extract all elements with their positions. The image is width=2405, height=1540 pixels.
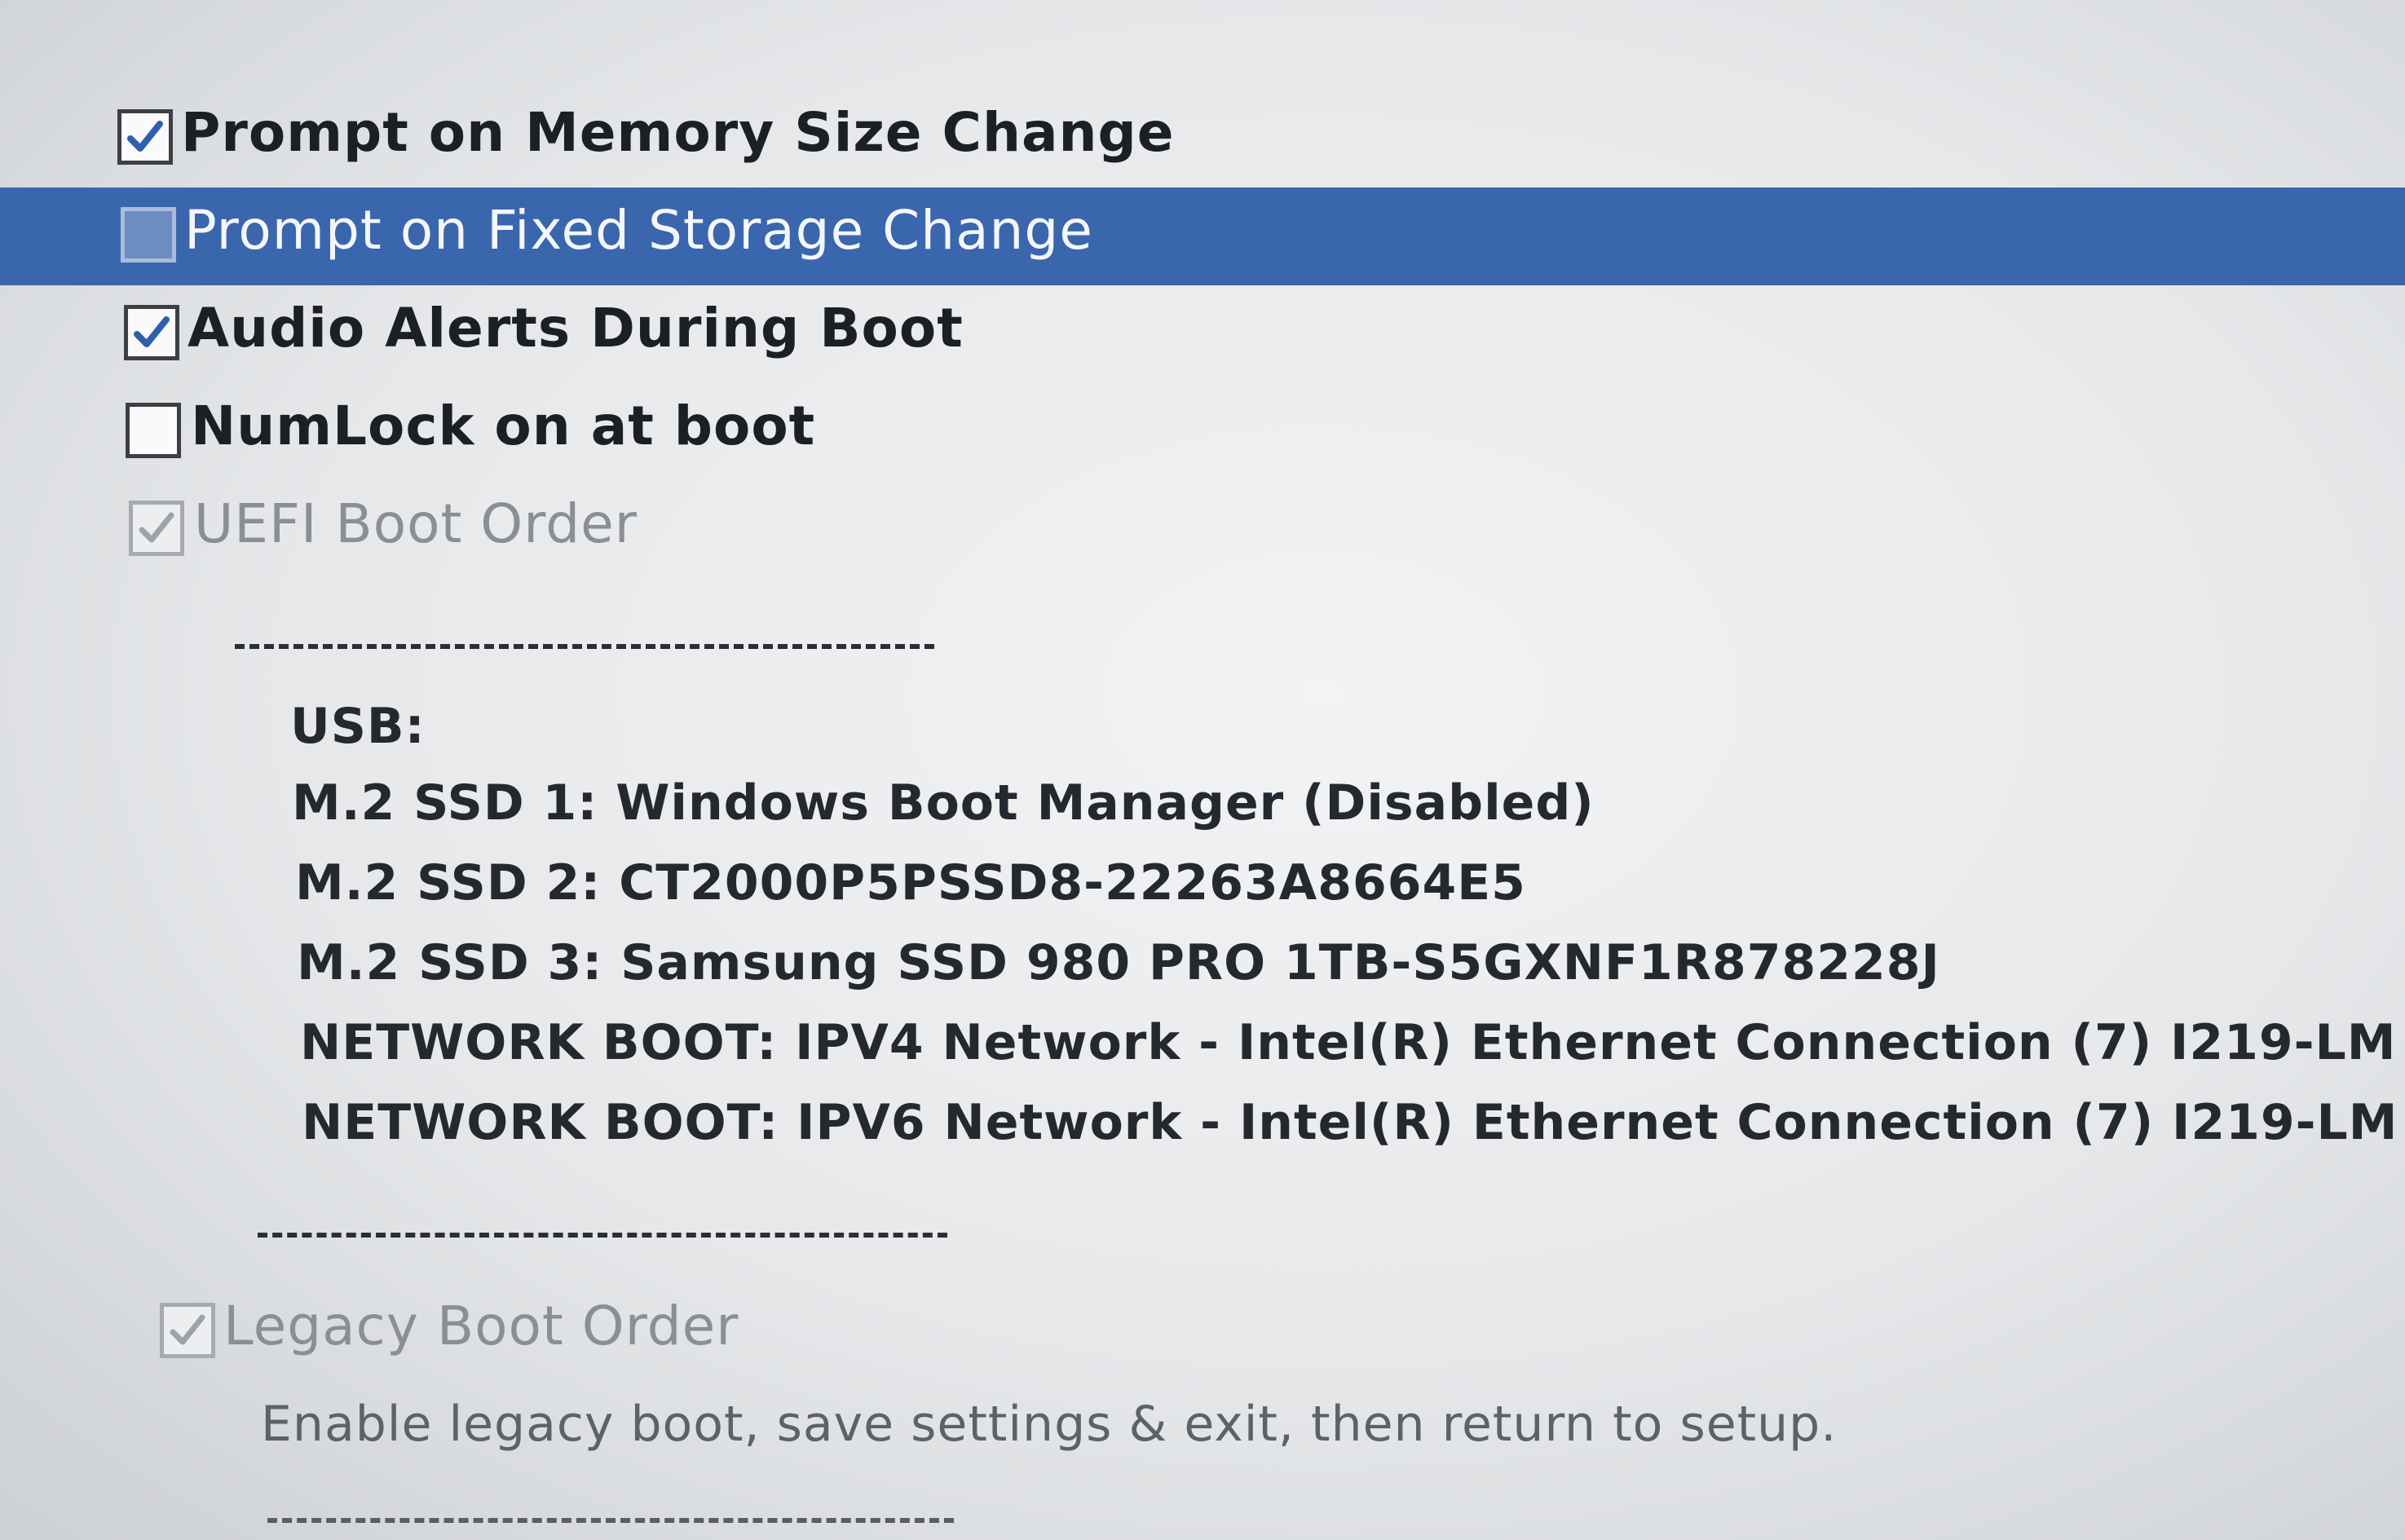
checkbox-legacy-boot-order <box>160 1303 215 1358</box>
boot-entry-m2-ssd-2[interactable]: M.2 SSD 2: CT2000P5PSSD8-22263A8664E5 <box>295 854 1526 911</box>
bios-boot-options-screen: Prompt on Memory Size Change Prompt on F… <box>0 0 2405 1540</box>
checkbox-audio-alerts-during-boot[interactable] <box>124 305 179 360</box>
uefi-boot-order-divider-bottom <box>258 1233 947 1238</box>
checkmark-icon <box>170 1314 205 1345</box>
option-prompt-memory-size-change[interactable]: Prompt on Memory Size Change <box>0 90 2405 188</box>
checkbox-numlock-on-at-boot[interactable] <box>126 403 181 458</box>
option-legacy-boot-order: Legacy Boot Order <box>0 1283 2405 1381</box>
option-prompt-fixed-storage-change[interactable]: Prompt on Fixed Storage Change <box>0 188 2405 285</box>
checkbox-prompt-fixed-storage-change[interactable] <box>121 207 176 263</box>
option-label: Legacy Boot Order <box>223 1295 739 1357</box>
boot-entry-network-ipv4[interactable]: NETWORK BOOT: IPV4 Network - Intel(R) Et… <box>300 1014 2396 1071</box>
legacy-boot-note: Enable legacy boot, save settings & exit… <box>261 1396 1838 1453</box>
uefi-boot-order-divider-top <box>235 644 934 649</box>
checkmark-icon <box>139 512 174 543</box>
option-label: NumLock on at boot <box>191 395 816 457</box>
option-label: Audio Alerts During Boot <box>188 297 964 360</box>
boot-entry-m2-ssd-1[interactable]: M.2 SSD 1: Windows Boot Manager (Disable… <box>292 774 1595 832</box>
option-label: UEFI Boot Order <box>194 492 638 555</box>
checkbox-uefi-boot-order <box>129 501 184 556</box>
boot-entry-m2-ssd-3[interactable]: M.2 SSD 3: Samsung SSD 980 PRO 1TB-S5GXN… <box>297 934 1940 991</box>
option-audio-alerts-during-boot[interactable]: Audio Alerts During Boot <box>0 285 2405 383</box>
boot-entry-usb[interactable]: USB: <box>290 698 426 755</box>
option-label: Prompt on Memory Size Change <box>181 101 1175 164</box>
legacy-boot-order-divider <box>267 1518 954 1523</box>
option-uefi-boot-order: UEFI Boot Order <box>0 481 2405 579</box>
option-label: Prompt on Fixed Storage Change <box>184 199 1093 262</box>
checkbox-prompt-memory-size-change[interactable] <box>117 109 173 165</box>
checkmark-icon <box>134 316 170 347</box>
option-numlock-on-at-boot[interactable]: NumLock on at boot <box>0 383 2405 481</box>
boot-entry-network-ipv6[interactable]: NETWORK BOOT: IPV6 Network - Intel(R) Et… <box>302 1094 2398 1151</box>
checkmark-icon <box>127 121 163 152</box>
